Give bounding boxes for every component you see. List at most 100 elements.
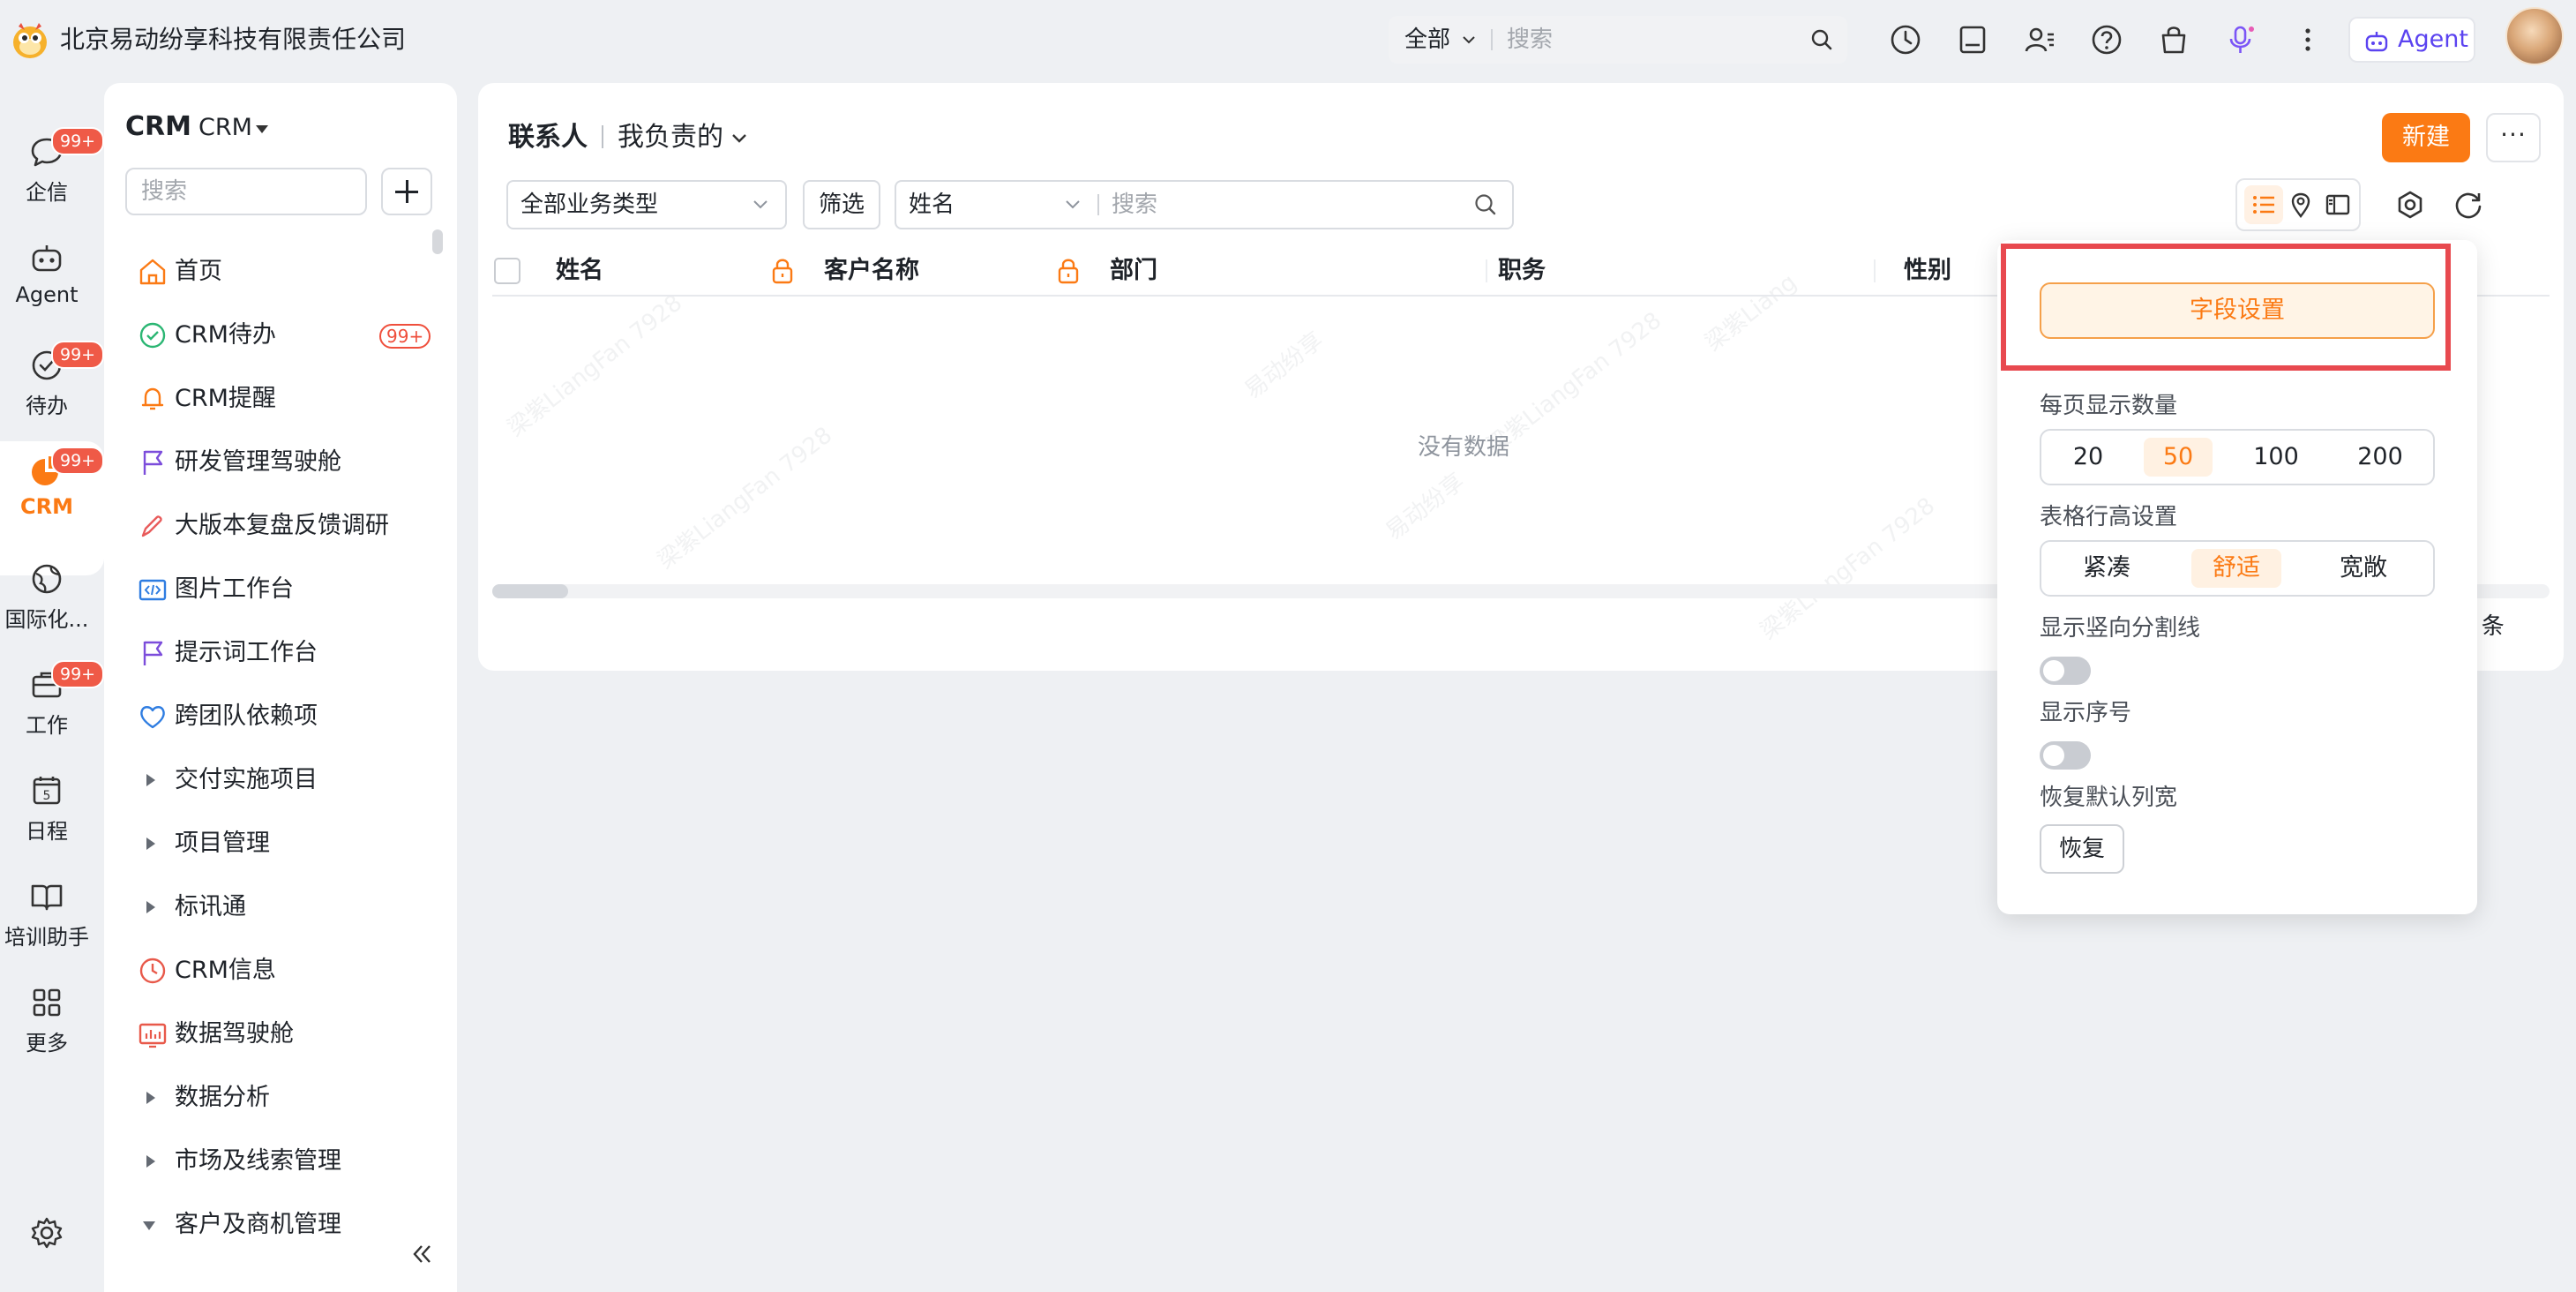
refresh-icon[interactable] bbox=[2451, 187, 2486, 222]
page-size-option-200[interactable]: 200 bbox=[2336, 438, 2424, 477]
sidebar-item-rd-cockpit[interactable]: 研发管理驾驶舱 bbox=[104, 431, 457, 494]
expand-triangle-icon[interactable] bbox=[146, 1155, 155, 1168]
row-height-option-comfortable[interactable]: 舒适 bbox=[2191, 549, 2281, 588]
expand-triangle-icon[interactable] bbox=[146, 901, 155, 913]
vertical-divider-toggle[interactable] bbox=[2040, 657, 2091, 685]
sidebar-item-crm-todo[interactable]: CRM待办 99+ bbox=[104, 304, 457, 367]
flag-icon bbox=[143, 450, 163, 475]
search-scope-select[interactable]: 全部 bbox=[1404, 16, 1450, 64]
search-icon[interactable] bbox=[1473, 192, 1498, 217]
show-index-toggle[interactable] bbox=[2040, 741, 2091, 770]
settings-gear-icon[interactable] bbox=[28, 1214, 65, 1251]
scrollbar-thumb[interactable] bbox=[492, 584, 568, 598]
global-search[interactable]: 全部 搜索 bbox=[1389, 16, 1847, 64]
chevron-down-icon[interactable] bbox=[730, 131, 748, 146]
search-icon[interactable] bbox=[1810, 28, 1833, 51]
contacts-icon[interactable] bbox=[2022, 22, 2057, 57]
rail-item-crm[interactable]: CRM 99+ bbox=[0, 447, 105, 519]
collapse-sidebar-icon[interactable] bbox=[409, 1243, 434, 1266]
column-header-customer[interactable]: 客户名称 bbox=[824, 245, 919, 297]
page-size-option-50[interactable]: 50 bbox=[2144, 438, 2213, 477]
filter-button[interactable]: 筛选 bbox=[803, 180, 880, 229]
sidebar-item-crm-info[interactable]: CRM信息 bbox=[104, 939, 457, 1003]
more-actions-button[interactable]: ··· bbox=[2486, 113, 2541, 162]
rail-label: 国际化... bbox=[4, 607, 89, 632]
expand-triangle-icon[interactable] bbox=[146, 838, 155, 850]
feedback-icon bbox=[141, 515, 162, 537]
chevron-down-icon bbox=[753, 200, 768, 209]
scope-select[interactable]: 我负责的 bbox=[618, 122, 723, 153]
sidebar-item-home[interactable]: 首页 bbox=[104, 240, 457, 304]
list-search[interactable]: 姓名 搜索 bbox=[895, 180, 1514, 229]
sidebar-item-customer-opportunity[interactable]: 客户及商机管理 bbox=[104, 1193, 457, 1257]
search-field-select[interactable]: 姓名 bbox=[909, 182, 955, 228]
rail-item-todo[interactable]: 待办 99+ bbox=[0, 341, 105, 419]
page-size-option-100[interactable]: 100 bbox=[2232, 438, 2320, 477]
rail-item-training[interactable]: 培训助手 bbox=[0, 877, 94, 950]
column-separator[interactable] bbox=[1874, 259, 1876, 282]
user-avatar[interactable] bbox=[2505, 7, 2564, 65]
column-header-department[interactable]: 部门 bbox=[1110, 245, 1157, 297]
sidebar-item-label: 首页 bbox=[175, 258, 222, 285]
sidebar-item-data-analysis[interactable]: 数据分析 bbox=[104, 1066, 457, 1130]
new-button[interactable]: 新建 bbox=[2382, 113, 2470, 162]
sidebar-item-cross-team[interactable]: 跨团队依赖项 bbox=[104, 685, 457, 748]
agent-button[interactable]: Agent bbox=[2348, 17, 2475, 63]
sidebar-item-delivery[interactable]: 交付实施项目 bbox=[104, 748, 457, 812]
settings-icon[interactable] bbox=[2393, 187, 2428, 222]
sidebar-item-label: 提示词工作台 bbox=[175, 639, 318, 666]
map-view-button[interactable] bbox=[2281, 185, 2320, 224]
rail-item-qixin[interactable]: 企信 99+ bbox=[0, 127, 105, 206]
sidebar-item-crm-reminder[interactable]: CRM提醒 bbox=[104, 367, 457, 431]
company-logo[interactable] bbox=[11, 19, 49, 60]
help-icon[interactable] bbox=[2089, 22, 2124, 57]
column-separator[interactable] bbox=[1486, 259, 1487, 282]
rail-item-i18n[interactable]: 国际化... bbox=[0, 560, 94, 633]
rail-item-work[interactable]: 工作 99+ bbox=[0, 660, 105, 739]
business-type-select[interactable]: 全部业务类型 bbox=[506, 180, 787, 229]
list-search-input[interactable]: 搜索 bbox=[1112, 182, 1157, 228]
split-view-button[interactable] bbox=[2318, 185, 2357, 224]
code-image-icon bbox=[139, 579, 167, 601]
sidebar-item-data-cockpit[interactable]: 数据驾驶舱 bbox=[104, 1003, 457, 1066]
sidebar-search-input[interactable]: 搜索 bbox=[125, 168, 367, 215]
sidebar-item-marketing-leads[interactable]: 市场及线索管理 bbox=[104, 1130, 457, 1193]
search-divider bbox=[1097, 194, 1099, 215]
expand-triangle-icon[interactable] bbox=[146, 1092, 155, 1104]
column-header-title[interactable]: 职务 bbox=[1498, 245, 1546, 297]
watermark: 梁紫LiangFan 7928 bbox=[1755, 492, 1941, 645]
sidebar-item-image-workbench[interactable]: 图片工作台 bbox=[104, 558, 457, 621]
bag-icon[interactable] bbox=[2156, 22, 2191, 57]
global-search-input[interactable]: 搜索 bbox=[1507, 16, 1553, 64]
list-view-button[interactable] bbox=[2244, 185, 2283, 224]
restore-width-label: 恢复默认列宽 bbox=[2040, 785, 2178, 811]
field-settings-button[interactable]: 字段设置 bbox=[2040, 282, 2435, 339]
breadcrumb-divider bbox=[602, 125, 603, 148]
sidebar-item-bid-info[interactable]: 标讯通 bbox=[104, 875, 457, 939]
select-all-checkbox[interactable] bbox=[494, 258, 520, 284]
document-icon[interactable] bbox=[1955, 22, 1990, 57]
sidebar-title[interactable]: CRM CRM bbox=[125, 108, 252, 147]
expand-triangle-icon[interactable] bbox=[146, 774, 155, 786]
restore-button[interactable]: 恢复 bbox=[2040, 824, 2124, 874]
rail-label: 工作 bbox=[26, 713, 68, 738]
sidebar-item-project-mgmt[interactable]: 项目管理 bbox=[104, 812, 457, 875]
history-icon[interactable] bbox=[1888, 22, 1923, 57]
rail-item-more[interactable]: 更多 bbox=[0, 983, 94, 1056]
row-height-option-spacious[interactable]: 宽敞 bbox=[2306, 549, 2421, 588]
sidebar-item-prompt-workbench[interactable]: 提示词工作台 bbox=[104, 621, 457, 685]
collapse-triangle-icon[interactable] bbox=[143, 1221, 155, 1230]
more-vertical-icon[interactable] bbox=[2290, 22, 2325, 57]
caret-down-icon[interactable] bbox=[256, 125, 268, 133]
row-height-option-compact[interactable]: 紧凑 bbox=[2050, 549, 2163, 588]
add-menu-button[interactable] bbox=[381, 168, 432, 215]
microphone-icon[interactable] bbox=[2223, 22, 2258, 57]
company-name[interactable]: 北京易动纷享科技有限责任公司 bbox=[60, 21, 406, 58]
list-view-icon bbox=[2253, 196, 2274, 214]
rail-item-agent[interactable]: Agent bbox=[0, 240, 94, 307]
page-size-option-20[interactable]: 20 bbox=[2050, 438, 2126, 477]
column-header-name[interactable]: 姓名 bbox=[556, 245, 603, 297]
column-header-gender[interactable]: 性别 bbox=[1904, 245, 1951, 297]
sidebar-item-feedback-survey[interactable]: 大版本复盘反馈调研 bbox=[104, 494, 457, 558]
rail-item-calendar[interactable]: 5 日程 bbox=[0, 771, 94, 845]
